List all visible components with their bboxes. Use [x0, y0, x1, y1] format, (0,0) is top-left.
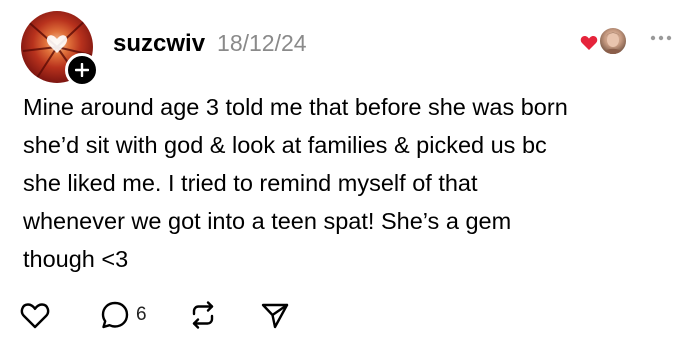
post-timestamp[interactable]: 18/12/24 — [217, 30, 307, 57]
reply-button[interactable]: 6 — [100, 297, 188, 333]
plus-icon — [75, 63, 89, 77]
repost-button[interactable] — [188, 297, 260, 333]
like-button[interactable] — [20, 297, 100, 333]
heart-icon — [580, 36, 598, 50]
post-actions-bar: 6 — [20, 297, 300, 333]
repost-icon — [192, 301, 214, 329]
reply-count: 6 — [136, 304, 147, 325]
share-button[interactable] — [260, 297, 300, 333]
send-icon — [261, 303, 289, 329]
more-horizontal-icon — [650, 35, 672, 41]
follow-button[interactable] — [65, 53, 99, 87]
liked-by-indicator[interactable] — [580, 26, 628, 58]
more-options-button[interactable] — [645, 28, 677, 48]
heart-outline-icon — [20, 302, 50, 328]
author-avatar-container[interactable] — [21, 11, 99, 87]
speech-bubble-icon — [101, 301, 129, 329]
liker-avatar — [598, 26, 628, 56]
author-username[interactable]: suzcwiv — [113, 30, 205, 58]
person-photo-icon — [603, 32, 623, 54]
thread-post: suzcwiv 18/12/24 Mine around age 3 told … — [0, 0, 700, 346]
post-body-text: Mine around age 3 told me that before sh… — [23, 94, 568, 272]
post-header: suzcwiv 18/12/24 — [113, 30, 307, 60]
